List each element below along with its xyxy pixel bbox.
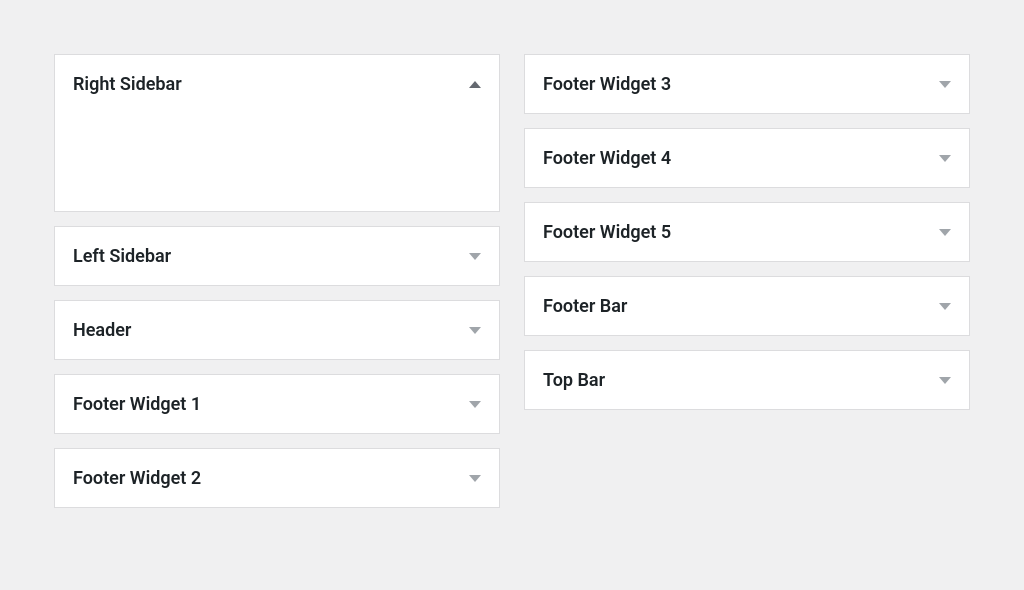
chevron-down-icon: [469, 253, 481, 260]
widget-panel-footer-widget-5[interactable]: Footer Widget 5: [524, 202, 970, 262]
widget-panel-title: Footer Widget 4: [543, 148, 671, 169]
chevron-down-icon: [469, 327, 481, 334]
widget-panel-header[interactable]: Left Sidebar: [55, 227, 499, 285]
widget-panel-title: Right Sidebar: [73, 74, 182, 95]
chevron-down-icon: [939, 229, 951, 236]
widget-column-left: Right Sidebar Left Sidebar Header Footer…: [54, 54, 500, 508]
widget-panel-top-bar[interactable]: Top Bar: [524, 350, 970, 410]
widget-panel-header[interactable]: Top Bar: [525, 351, 969, 409]
widget-panel-header[interactable]: Footer Widget 5: [525, 203, 969, 261]
widget-panel-footer-widget-2[interactable]: Footer Widget 2: [54, 448, 500, 508]
widget-panel-footer-widget-1[interactable]: Footer Widget 1: [54, 374, 500, 434]
widget-panel-header[interactable]: Header: [54, 300, 500, 360]
chevron-down-icon: [939, 81, 951, 88]
widget-panel-footer-widget-4[interactable]: Footer Widget 4: [524, 128, 970, 188]
widget-column-right: Footer Widget 3 Footer Widget 4 Footer W…: [524, 54, 970, 508]
widget-panel-title: Top Bar: [543, 370, 605, 391]
widget-panel-header[interactable]: Footer Widget 1: [55, 375, 499, 433]
chevron-down-icon: [939, 303, 951, 310]
widget-panel-title: Footer Widget 1: [73, 394, 201, 415]
chevron-down-icon: [469, 475, 481, 482]
widget-panel-title: Footer Widget 2: [73, 468, 201, 489]
widget-panel-left-sidebar[interactable]: Left Sidebar: [54, 226, 500, 286]
widget-panel-header[interactable]: Footer Widget 3: [525, 55, 969, 113]
widget-panel-title: Footer Widget 3: [543, 74, 671, 95]
chevron-down-icon: [469, 401, 481, 408]
widget-panel-title: Left Sidebar: [73, 246, 171, 267]
widget-panel-header[interactable]: Right Sidebar: [55, 55, 499, 113]
chevron-up-icon: [469, 81, 481, 88]
widget-panel-title: Header: [73, 320, 131, 341]
widget-panel-footer-widget-3[interactable]: Footer Widget 3: [524, 54, 970, 114]
widget-panel-header[interactable]: Footer Bar: [525, 277, 969, 335]
widget-panel-header[interactable]: Header: [55, 301, 499, 359]
widget-panel-right-sidebar[interactable]: Right Sidebar: [54, 54, 500, 212]
widget-panel-header[interactable]: Footer Widget 4: [525, 129, 969, 187]
widget-panel-title: Footer Widget 5: [543, 222, 671, 243]
widget-areas-layout: Right Sidebar Left Sidebar Header Footer…: [0, 0, 1024, 538]
widget-panel-header[interactable]: Footer Widget 2: [55, 449, 499, 507]
chevron-down-icon: [939, 155, 951, 162]
widget-panel-title: Footer Bar: [543, 296, 627, 317]
widget-panel-footer-bar[interactable]: Footer Bar: [524, 276, 970, 336]
chevron-down-icon: [939, 377, 951, 384]
